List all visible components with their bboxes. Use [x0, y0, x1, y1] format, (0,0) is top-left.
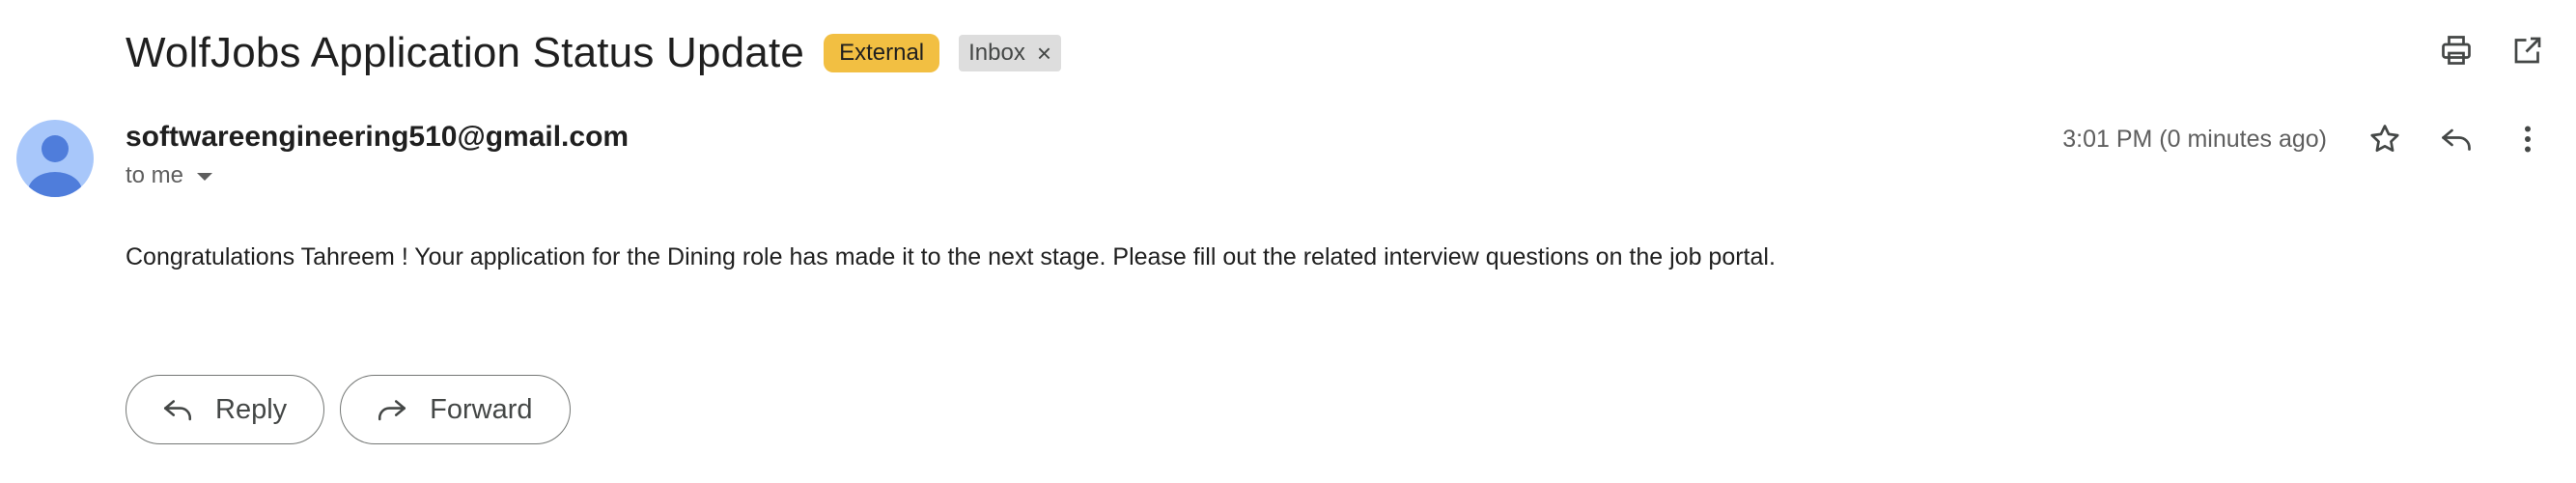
forward-icon — [378, 400, 406, 421]
email-body: Congratulations Tahreem ! Your applicati… — [126, 243, 1776, 270]
star-icon[interactable] — [2366, 120, 2404, 158]
reply-forward-actions: Reply Forward — [126, 375, 571, 444]
person-icon — [28, 135, 82, 197]
subject-row: WolfJobs Application Status Update Exter… — [126, 25, 1062, 81]
open-in-new-window-icon[interactable] — [2508, 31, 2547, 70]
timestamp: 3:01 PM (0 minutes ago) — [2062, 125, 2327, 153]
chevron-down-icon[interactable] — [197, 173, 213, 181]
more-vertical-icon[interactable] — [2508, 120, 2547, 158]
forward-button-label: Forward — [430, 393, 533, 425]
remove-label-icon[interactable]: × — [1037, 41, 1051, 66]
recipient-text: to me — [126, 162, 184, 188]
recipient-row[interactable]: to me — [126, 162, 213, 189]
print-icon[interactable] — [2437, 31, 2476, 70]
message-meta: 3:01 PM (0 minutes ago) — [2062, 120, 2547, 158]
inbox-label-text: Inbox — [968, 40, 1025, 66]
reply-icon[interactable] — [2437, 120, 2476, 158]
reply-button-label: Reply — [215, 393, 288, 425]
email-subject: WolfJobs Application Status Update — [126, 29, 805, 76]
avatar[interactable] — [16, 120, 94, 197]
inbox-label[interactable]: Inbox × — [959, 35, 1062, 71]
forward-button[interactable]: Forward — [340, 375, 571, 444]
reply-button[interactable]: Reply — [126, 375, 325, 444]
top-actions — [2437, 31, 2547, 70]
sender-email[interactable]: softwareengineering510@gmail.com — [126, 121, 629, 154]
email-view: WolfJobs Application Status Update Exter… — [0, 0, 2576, 483]
reply-icon — [163, 400, 192, 421]
external-label: External — [824, 34, 940, 72]
